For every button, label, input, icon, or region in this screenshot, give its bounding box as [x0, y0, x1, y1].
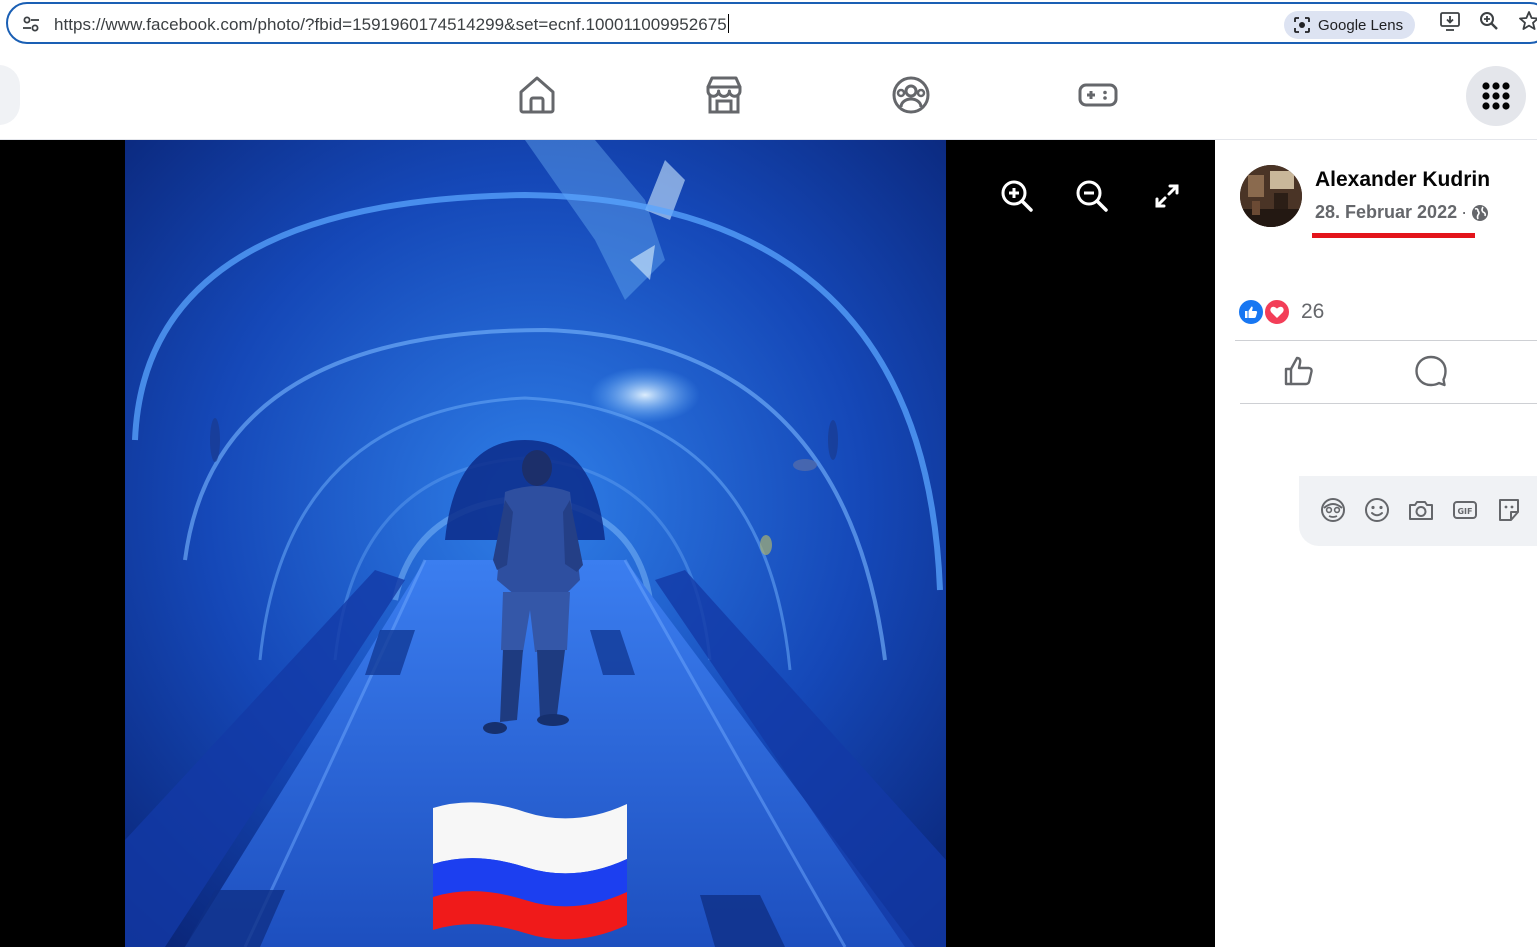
- svg-text:GIF: GIF: [1457, 507, 1472, 516]
- divider: [1240, 403, 1537, 404]
- post-meta: 28. Februar 2022 ·: [1315, 202, 1489, 223]
- zoom-icon[interactable]: [1477, 9, 1501, 33]
- reactions-summary[interactable]: 26: [1237, 298, 1324, 326]
- emoji-icon[interactable]: [1362, 495, 1392, 525]
- google-lens-icon: [1294, 17, 1310, 33]
- install-app-icon[interactable]: [1438, 9, 1462, 33]
- avatar-sticker-icon[interactable]: [1318, 495, 1348, 525]
- post-details-panel: Alexander Kudrin 28. Februar 2022 · 26 G…: [1215, 140, 1537, 947]
- date-annotation-underline: [1312, 233, 1475, 238]
- post-date[interactable]: 28. Februar 2022: [1315, 202, 1457, 223]
- comment-composer[interactable]: GIF: [1299, 476, 1537, 546]
- photo-viewer: [0, 140, 1215, 947]
- love-reaction-icon: [1263, 298, 1291, 326]
- menu-grid-icon: [1482, 82, 1510, 110]
- browser-toolbar: https://www.facebook.com/photo/?fbid=159…: [0, 0, 1537, 50]
- gif-icon[interactable]: GIF: [1450, 495, 1480, 525]
- globe-icon: [1472, 204, 1489, 221]
- post-photo[interactable]: [125, 140, 946, 947]
- aquarium-tunnel-photo: [125, 140, 946, 947]
- marketplace-icon[interactable]: [702, 73, 746, 117]
- facebook-top-nav: [0, 50, 1537, 140]
- comment-icon[interactable]: [1413, 353, 1449, 389]
- bookmark-star-icon[interactable]: [1517, 9, 1537, 33]
- camera-icon[interactable]: [1406, 495, 1436, 525]
- like-reaction-icon: [1237, 298, 1265, 326]
- menu-button[interactable]: [1466, 66, 1526, 126]
- meta-separator: ·: [1461, 202, 1468, 222]
- like-icon[interactable]: [1281, 353, 1317, 389]
- reaction-count: 26: [1301, 300, 1325, 323]
- zoom-in-icon[interactable]: [999, 178, 1035, 214]
- sticker-icon[interactable]: [1494, 495, 1524, 525]
- author-name[interactable]: Alexander Kudrin: [1315, 168, 1490, 192]
- fullscreen-icon[interactable]: [1149, 178, 1185, 214]
- search-box[interactable]: [0, 65, 20, 125]
- address-bar[interactable]: https://www.facebook.com/photo/?fbid=159…: [6, 2, 1537, 44]
- groups-icon[interactable]: [889, 73, 933, 117]
- home-icon[interactable]: [515, 73, 559, 117]
- divider: [1235, 340, 1537, 341]
- google-lens-button[interactable]: Google Lens: [1284, 11, 1416, 39]
- gaming-icon[interactable]: [1076, 73, 1120, 117]
- text-caret: [727, 14, 729, 33]
- profile-photo: [1240, 165, 1302, 227]
- url-text[interactable]: https://www.facebook.com/photo/?fbid=159…: [54, 14, 729, 35]
- zoom-out-icon[interactable]: [1074, 178, 1110, 214]
- avatar[interactable]: [1240, 165, 1302, 227]
- russian-flag: [433, 802, 627, 940]
- google-lens-label: Google Lens: [1318, 16, 1404, 34]
- tune-icon[interactable]: [20, 13, 42, 35]
